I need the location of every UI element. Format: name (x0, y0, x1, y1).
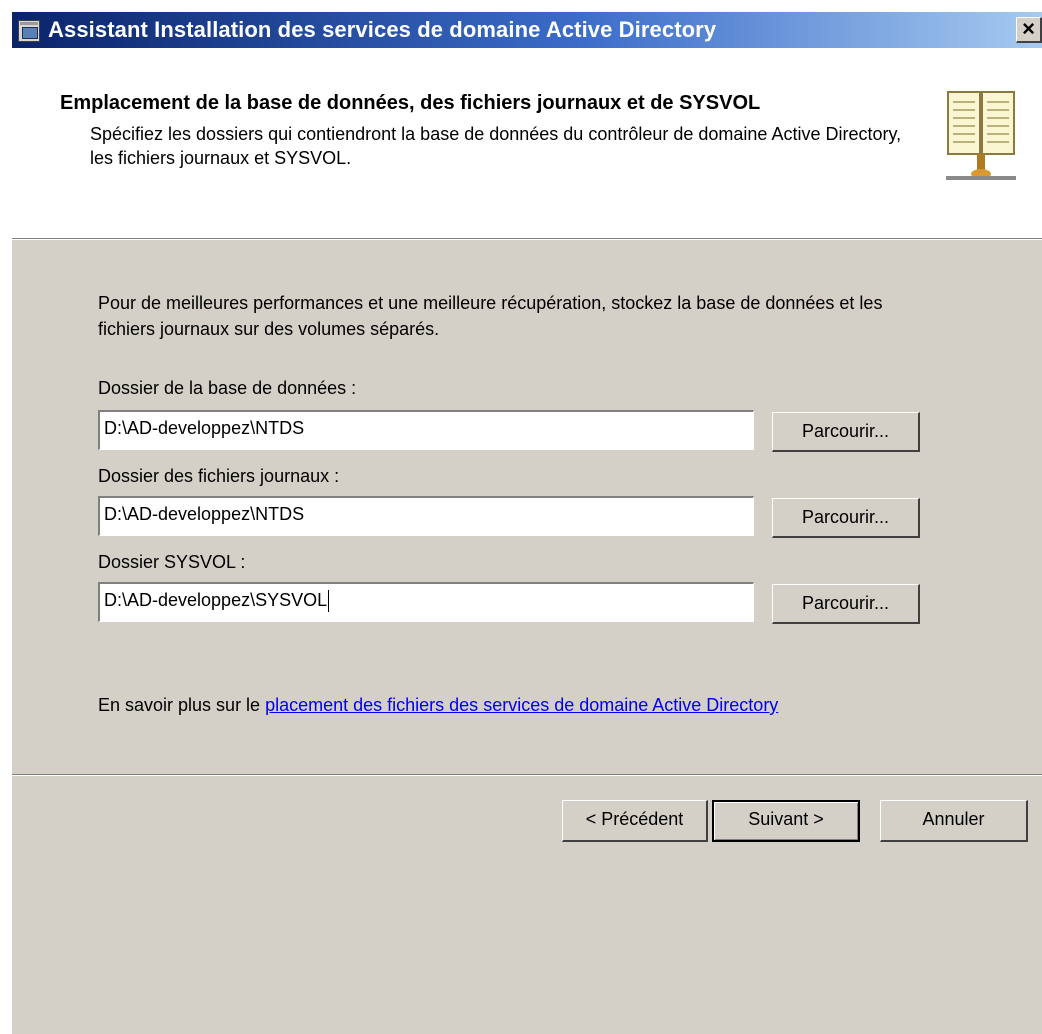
database-folder-input[interactable]: D:\AD-developpez\NTDS (98, 410, 754, 450)
browse-database-button[interactable]: Parcourir... (772, 412, 920, 452)
next-button[interactable]: Suivant > (712, 800, 860, 842)
learn-more-link[interactable]: placement des fichiers des services de d… (265, 695, 778, 715)
cancel-button[interactable]: Annuler (880, 800, 1028, 842)
window-title: Assistant Installation des services de d… (48, 17, 717, 42)
close-button[interactable]: × (1016, 17, 1042, 43)
log-folder-label: Dossier des fichiers journaux : (98, 466, 340, 486)
sysvol-folder-label: Dossier SYSVOL : (98, 552, 246, 572)
browse-log-button[interactable]: Parcourir... (772, 498, 920, 538)
header-divider (12, 238, 1042, 240)
sysvol-folder-value: D:\AD-developpez\SYSVOL (104, 590, 328, 610)
page-description: Spécifiez les dossiers qui contiendront … (90, 124, 902, 168)
browse-sysvol-button[interactable]: Parcourir... (772, 584, 920, 624)
sysvol-folder-input[interactable]: D:\AD-developpez\SYSVOL (98, 582, 754, 622)
wizard-window: Assistant Installation des services de d… (12, 12, 1042, 1034)
text-caret (328, 590, 330, 613)
learn-more-line: En savoir plus sur le placement des fich… (98, 695, 778, 716)
header-panel: Emplacement de la base de données, des f… (12, 48, 1042, 238)
book-icon (946, 91, 1016, 180)
intro-text: Pour de meilleures performances et une m… (98, 293, 883, 339)
title-bar[interactable]: Assistant Installation des services de d… (12, 12, 1042, 48)
page-title: Emplacement de la base de données, des f… (60, 92, 761, 114)
learn-more-prefix: En savoir plus sur le (98, 695, 266, 715)
close-icon: × (1022, 16, 1035, 41)
database-folder-label: Dossier de la base de données : (98, 378, 357, 398)
server-manager-icon[interactable] (18, 20, 40, 42)
log-folder-input[interactable]: D:\AD-developpez\NTDS (98, 496, 754, 536)
footer-divider (12, 774, 1042, 776)
back-button[interactable]: < Précédent (562, 800, 708, 842)
